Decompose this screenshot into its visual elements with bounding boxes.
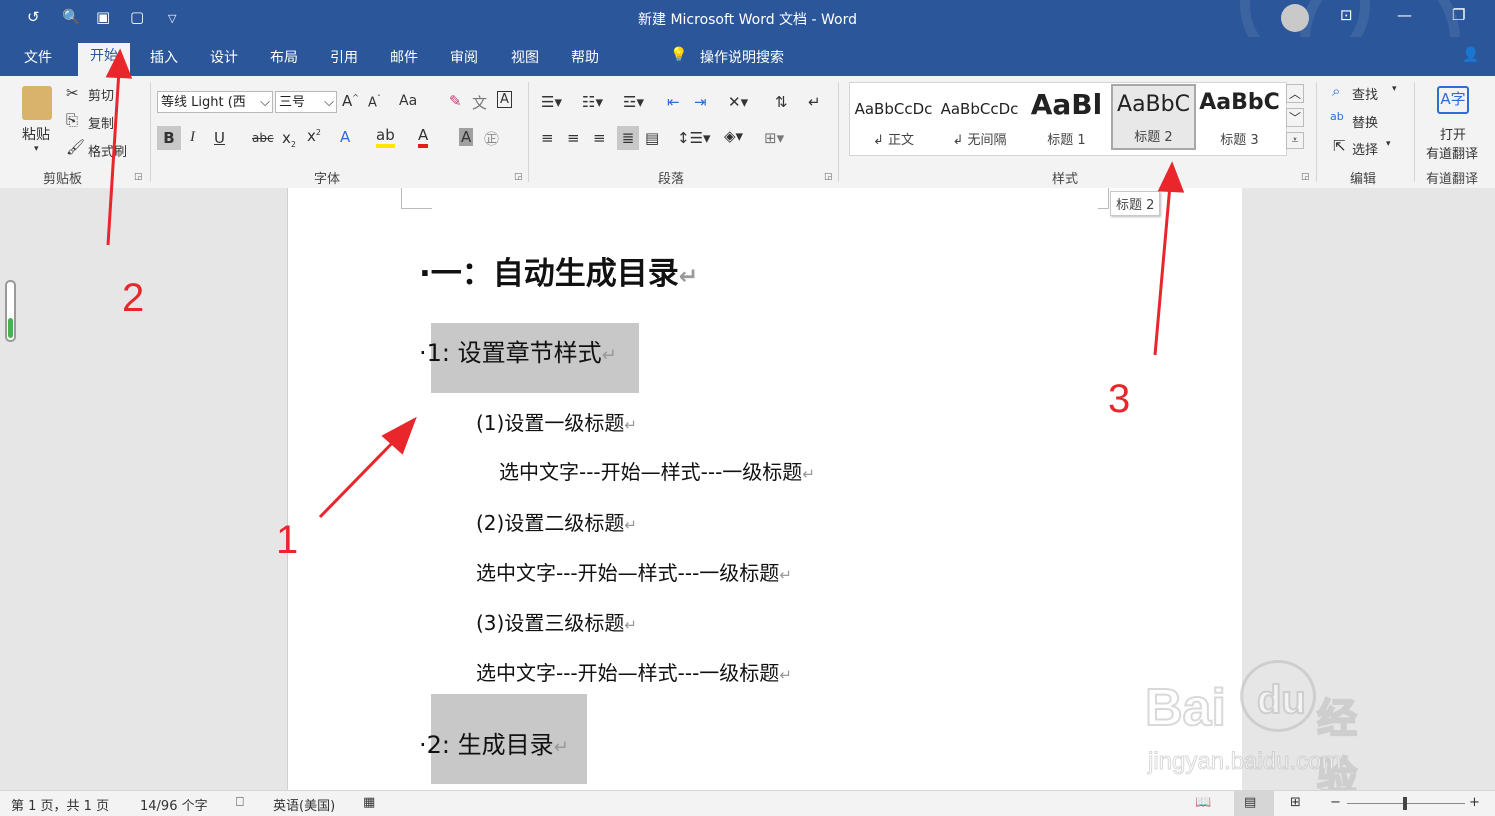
arrow-2-line: [106, 69, 121, 246]
page-count[interactable]: 第 1 页，共 1 页: [11, 795, 109, 814]
print-layout-icon[interactable]: ▤: [1244, 795, 1256, 810]
proofing-icon[interactable]: ⎕: [236, 795, 244, 810]
watermark-url: jingyan.baidu.com: [1147, 748, 1342, 776]
annotation-number: 1: [276, 518, 299, 562]
arrow-3-head: [1157, 161, 1185, 193]
watermark-brand2: du: [1256, 677, 1307, 723]
watermark-suffix: 经验: [1316, 695, 1358, 801]
arrow-3-line: [1153, 184, 1172, 356]
read-mode-icon[interactable]: 📖: [1195, 795, 1211, 810]
arrow-1-line: [318, 433, 402, 519]
annotation-number: 2: [122, 276, 145, 320]
zoom-out-icon[interactable]: −: [1330, 795, 1341, 810]
language[interactable]: 英语(美国): [273, 795, 335, 814]
zoom-in-icon[interactable]: +: [1469, 795, 1480, 810]
word-count[interactable]: 14/96 个字: [140, 795, 208, 814]
watermark-brand: Bai: [1144, 678, 1227, 738]
annotation-number: 3: [1108, 377, 1131, 421]
macro-icon[interactable]: ▦: [363, 795, 375, 810]
arrow-2-head: [105, 48, 133, 79]
zoom-slider-thumb[interactable]: [1403, 797, 1407, 810]
status-bar: 第 1 页，共 1 页 14/96 个字 ⎕ 英语(美国) ▦ 📖 ▤ ⊞ − …: [0, 790, 1495, 816]
web-layout-icon[interactable]: ⊞: [1290, 795, 1301, 810]
